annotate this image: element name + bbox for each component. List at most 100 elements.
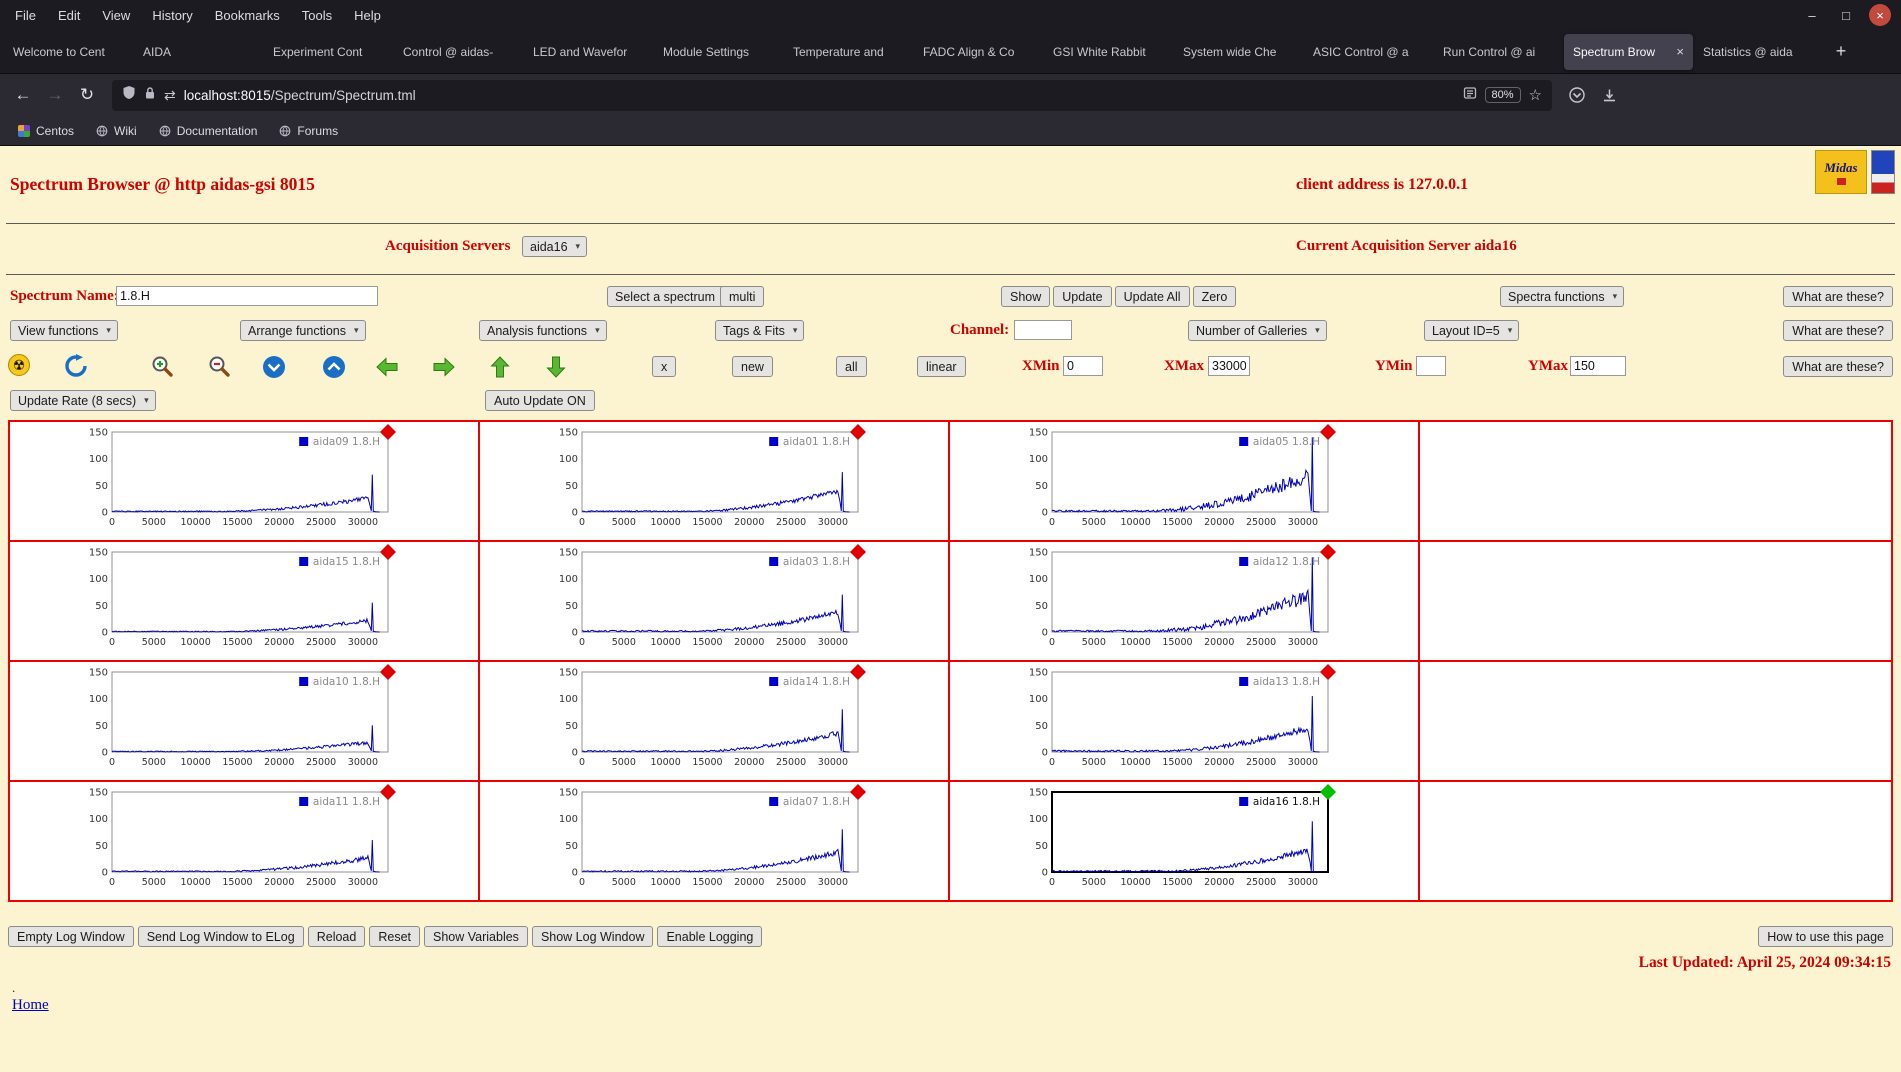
zero-button[interactable]: Zero <box>1192 286 1237 307</box>
spectrum-plot-aida16[interactable]: 0 50 100 150 0 5000 10000 15000 20000 25000 30000 a… <box>1012 784 1344 898</box>
xmax-input[interactable] <box>1208 356 1250 376</box>
tab-control-aidas[interactable]: Control @ aidas- <box>394 34 523 70</box>
analysis-functions-dropdown[interactable]: Analysis functions ▾ <box>479 320 607 341</box>
tab-welcome-to-cent[interactable]: Welcome to Cent <box>4 34 133 70</box>
channel-input[interactable] <box>1014 320 1072 340</box>
tab-asic-control-a[interactable]: ASIC Control @ a <box>1304 34 1433 70</box>
spectrum-plot-aida03[interactable]: 0 50 100 150 0 5000 10000 15000 20000 25000 30000 a… <box>542 544 874 658</box>
tab-temperature-and[interactable]: Temperature and <box>784 34 913 70</box>
spectrum-plot-aida14[interactable]: 0 50 100 150 0 5000 10000 15000 20000 25000 30000 a… <box>542 664 874 778</box>
home-link[interactable]: Home <box>12 997 49 1014</box>
refresh-button[interactable] <box>64 354 88 378</box>
menu-help[interactable]: Help <box>343 5 392 26</box>
new-button[interactable]: new <box>732 356 773 377</box>
footer-show-variables-button[interactable]: Show Variables <box>424 926 528 947</box>
zoom-in-button[interactable] <box>150 355 176 379</box>
pan-down-button[interactable] <box>262 355 286 379</box>
tab-module-settings[interactable]: Module Settings <box>654 34 783 70</box>
xmin-input[interactable] <box>1063 356 1103 376</box>
shift-left-button[interactable] <box>375 357 399 377</box>
multi-button[interactable]: multi <box>720 286 765 307</box>
bookmark-forums[interactable]: Forums <box>271 121 346 141</box>
update-all-button[interactable]: Update All <box>1114 286 1190 307</box>
url-bar[interactable]: ⇄ localhost:8015/Spectrum/Spectrum.tml 8… <box>112 79 1552 111</box>
footer-reset-button[interactable]: Reset <box>369 926 420 947</box>
reload-button[interactable]: ↻ <box>72 80 102 110</box>
minimize-button[interactable]: – <box>1801 4 1823 26</box>
update-button[interactable]: Update <box>1053 286 1112 307</box>
radiation-button[interactable]: ☢ <box>8 354 30 376</box>
what-are-these-button[interactable]: What are these? <box>1783 286 1893 307</box>
ymax-input[interactable] <box>1570 356 1626 376</box>
footer-enable-logging-button[interactable]: Enable Logging <box>657 926 763 947</box>
pan-up-button[interactable] <box>322 355 346 379</box>
all-button[interactable]: all <box>836 356 867 377</box>
footer-reload-button[interactable]: Reload <box>307 926 366 947</box>
menu-file[interactable]: File <box>4 5 47 26</box>
tab-aida[interactable]: AIDA <box>134 34 263 70</box>
tab-system-wide-che[interactable]: System wide Che <box>1174 34 1303 70</box>
back-button[interactable]: ← <box>8 80 38 110</box>
menu-view[interactable]: View <box>91 5 141 26</box>
x-button[interactable]: x <box>652 356 677 377</box>
menu-bookmarks[interactable]: Bookmarks <box>204 5 291 26</box>
spectrum-plot-aida10[interactable]: 0 50 100 150 0 5000 10000 15000 20000 25000 30000 a… <box>72 664 404 778</box>
linear-button[interactable]: linear <box>917 356 966 377</box>
tab-experiment-cont[interactable]: Experiment Cont <box>264 34 393 70</box>
zoom-out-button[interactable] <box>207 355 233 379</box>
update-rate-dropdown[interactable]: Update Rate (8 secs) ▾ <box>10 390 156 411</box>
new-tab-button[interactable]: + <box>1827 38 1855 66</box>
footer-send-log-window-to-elog-button[interactable]: Send Log Window to ELog <box>137 926 304 947</box>
zoom-indicator[interactable]: 80% <box>1484 87 1521 103</box>
lock-icon[interactable] <box>144 86 156 105</box>
tab-statistics-aida[interactable]: Statistics @ aida <box>1694 34 1823 70</box>
tags-fits-dropdown[interactable]: Tags & Fits ▾ <box>715 320 805 341</box>
tab-fadc-align-co[interactable]: FADC Align & Co <box>914 34 1043 70</box>
what-are-these-button[interactable]: What are these? <box>1783 320 1893 341</box>
spectrum-plot-aida12[interactable]: 0 50 100 150 0 5000 10000 15000 20000 25000 30000 a… <box>1012 544 1344 658</box>
downloads-icon[interactable] <box>1594 80 1624 110</box>
spectrum-plot-aida09[interactable]: 0 50 100 150 0 5000 10000 15000 20000 25000 30000 a… <box>72 424 404 538</box>
layout-id-dropdown[interactable]: Layout ID=5 ▾ <box>1424 320 1520 341</box>
bookmark-star-icon[interactable]: ☆ <box>1529 86 1542 104</box>
shift-up-button[interactable] <box>490 355 510 379</box>
view-functions-dropdown[interactable]: View functions ▾ <box>10 320 118 341</box>
bookmark-documentation[interactable]: Documentation <box>151 121 266 141</box>
permissions-icon[interactable]: ⇄ <box>164 87 176 104</box>
what-are-these-button[interactable]: What are these? <box>1783 356 1893 377</box>
reader-mode-icon[interactable] <box>1463 86 1477 105</box>
pocket-icon[interactable] <box>1562 80 1592 110</box>
bookmark-centos[interactable]: Centos <box>10 121 82 141</box>
spectrum-plot-aida15[interactable]: 0 50 100 150 0 5000 10000 15000 20000 25000 30000 a… <box>72 544 404 658</box>
spectrum-plot-aida01[interactable]: 0 50 100 150 0 5000 10000 15000 20000 25000 30000 a… <box>542 424 874 538</box>
menu-edit[interactable]: Edit <box>47 5 91 26</box>
tab-spectrum-brow[interactable]: Spectrum Brow × <box>1564 33 1693 70</box>
tab-run-control-ai[interactable]: Run Control @ ai <box>1434 34 1563 70</box>
close-button[interactable]: × <box>1869 4 1891 26</box>
arrange-functions-dropdown[interactable]: Arrange functions ▾ <box>240 320 366 341</box>
spectra-functions-dropdown[interactable]: Spectra functions ▾ <box>1500 286 1625 307</box>
tab-close-icon[interactable]: × <box>1676 44 1684 59</box>
spectrum-plot-aida07[interactable]: 0 50 100 150 0 5000 10000 15000 20000 25000 30000 a… <box>542 784 874 898</box>
footer-empty-log-window-button[interactable]: Empty Log Window <box>8 926 134 947</box>
menu-tools[interactable]: Tools <box>291 5 343 26</box>
tab-gsi-white-rabbit[interactable]: GSI White Rabbit <box>1044 34 1173 70</box>
forward-button[interactable]: → <box>40 80 70 110</box>
spectrum-plot-aida13[interactable]: 0 50 100 150 0 5000 10000 15000 20000 25000 30000 a… <box>1012 664 1344 778</box>
spectrum-plot-aida11[interactable]: 0 50 100 150 0 5000 10000 15000 20000 25000 30000 a… <box>72 784 404 898</box>
number-of-galleries-dropdown[interactable]: Number of Galleries ▾ <box>1188 320 1327 341</box>
ymin-input[interactable] <box>1416 356 1446 376</box>
footer-show-log-window-button[interactable]: Show Log Window <box>531 926 654 947</box>
auto-update-button[interactable]: Auto Update ON <box>485 390 595 411</box>
shift-right-button[interactable] <box>432 357 456 377</box>
spectrum-name-input[interactable] <box>116 286 378 306</box>
how-to-use-button[interactable]: How to use this page <box>1758 926 1893 947</box>
shift-down-button[interactable] <box>546 355 566 379</box>
maximize-button[interactable]: □ <box>1835 4 1857 26</box>
select-spectrum-dropdown[interactable]: Select a spectrum▾ <box>607 286 735 307</box>
show-button[interactable]: Show <box>1001 286 1051 307</box>
shield-icon[interactable] <box>122 85 136 105</box>
tab-led-and-wavefor[interactable]: LED and Wavefor <box>524 34 653 70</box>
bookmark-wiki[interactable]: Wiki <box>88 121 145 141</box>
acquisition-server-dropdown[interactable]: aida16 ▾ <box>522 236 588 257</box>
